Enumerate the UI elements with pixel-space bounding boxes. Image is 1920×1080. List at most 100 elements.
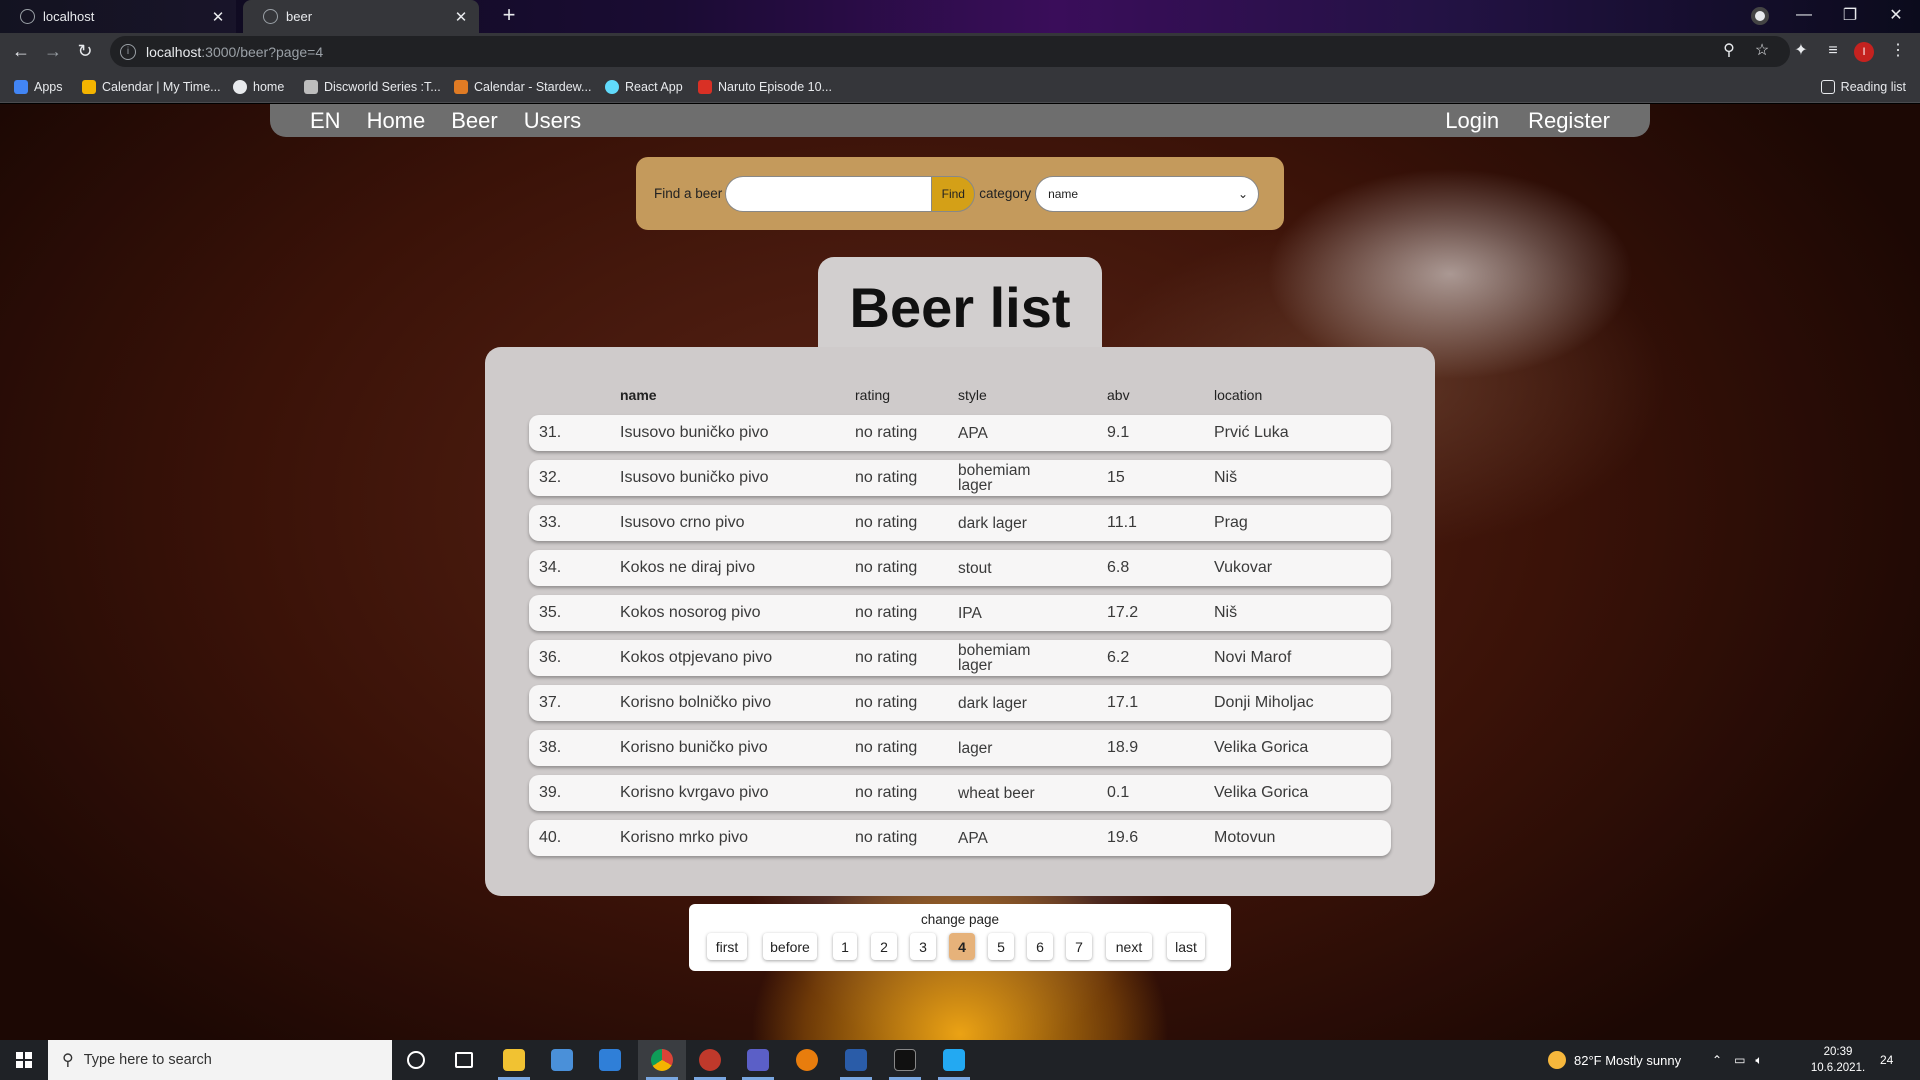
page-5-button[interactable]: 5 [988, 933, 1014, 960]
table-row[interactable]: 35. Kokos nosorog pivo no rating IPA 17.… [529, 595, 1391, 631]
header-name[interactable]: name [620, 387, 657, 403]
page-first-button[interactable]: first [707, 933, 747, 960]
bookmark-calendar-mytime[interactable]: Calendar | My Time... [82, 70, 221, 103]
weather-widget[interactable]: 82°F Mostly sunny [1548, 1040, 1681, 1080]
table-row[interactable]: 36. Kokos otpjevano pivo no rating bohem… [529, 640, 1391, 676]
react-icon [605, 79, 619, 94]
nav-language[interactable]: EN [310, 108, 341, 134]
media-control-icon[interactable] [1751, 7, 1769, 25]
terminal-icon[interactable] [881, 1040, 929, 1080]
network-icon[interactable]: ▭ [1734, 1053, 1745, 1067]
tab-title: beer [286, 9, 313, 24]
powershell-icon[interactable] [832, 1040, 880, 1080]
reload-icon[interactable]: ↻ [73, 39, 97, 63]
page-next-button[interactable]: next [1106, 933, 1152, 960]
bookmark-label: Calendar - Stardew... [474, 79, 592, 94]
bookmark-naruto[interactable]: Naruto Episode 10... [698, 70, 832, 103]
bookmark-discworld[interactable]: Discworld Series :T... [304, 70, 441, 103]
beer-location: Velika Gorica [1214, 739, 1309, 756]
nav-users[interactable]: Users [524, 108, 581, 134]
volume-icon[interactable]: 🔈︎ [1755, 1053, 1762, 1068]
beer-abv: 6.2 [1107, 649, 1130, 666]
beer-style: dark lager [958, 694, 1027, 712]
info-icon[interactable]: i [120, 43, 136, 60]
forward-arrow-icon[interactable]: → [41, 39, 65, 63]
page-2-button[interactable]: 2 [871, 933, 897, 960]
header-rating[interactable]: rating [855, 387, 890, 403]
new-tab-button[interactable]: + [497, 4, 521, 28]
file-explorer-icon[interactable] [490, 1040, 538, 1080]
nav-home[interactable]: Home [367, 108, 426, 134]
back-arrow-icon[interactable]: ← [9, 39, 33, 63]
bookmark-star-icon[interactable]: ☆ [1750, 39, 1774, 63]
browser-tab-localhost[interactable]: localhost ✕ [0, 0, 236, 33]
address-bar[interactable]: i localhost:3000/beer?page=4 [110, 36, 1790, 67]
browser-tab-beer[interactable]: beer ✕ [243, 0, 479, 33]
tray-icons[interactable]: ⌃ ▭ 🔈︎ [1712, 1040, 1763, 1080]
page-6-button[interactable]: 6 [1027, 933, 1053, 960]
task-view-icon[interactable] [440, 1040, 488, 1080]
page-3-button[interactable]: 3 [910, 933, 936, 960]
table-row[interactable]: 38. Korisno buničko pivo no rating lager… [529, 730, 1391, 766]
media-player-icon[interactable] [686, 1040, 734, 1080]
reading-list[interactable]: Reading list [1820, 70, 1906, 103]
page-last-button[interactable]: last [1167, 933, 1205, 960]
photos-icon[interactable] [586, 1040, 634, 1080]
chrome-icon[interactable] [638, 1040, 686, 1080]
beer-style: APA [958, 829, 988, 847]
zoom-icon[interactable]: ⚲ [1717, 39, 1741, 63]
clock-time: 20:39 [1823, 1046, 1853, 1058]
vscode-icon[interactable] [930, 1040, 978, 1080]
nav-register[interactable]: Register [1528, 108, 1610, 134]
beer-name: Kokos ne diraj pivo [620, 559, 756, 576]
find-button[interactable]: Find [931, 175, 976, 212]
header-style[interactable]: style [958, 387, 987, 403]
page-before-button[interactable]: before [763, 933, 817, 960]
minimize-button[interactable]: — [1782, 0, 1826, 30]
bookmark-home[interactable]: home [233, 70, 284, 103]
page-1-button[interactable]: 1 [833, 933, 857, 960]
table-row[interactable]: 33. Isusovo crno pivo no rating dark lag… [529, 505, 1391, 541]
table-row[interactable]: 40. Korisno mrko pivo no rating APA 19.6… [529, 820, 1391, 856]
start-button[interactable] [0, 1040, 48, 1080]
taskbar-search-box[interactable]: ⚲ Type here to search [48, 1040, 392, 1080]
page-4-button[interactable]: 4 [949, 933, 975, 960]
table-row[interactable]: 39. Korisno kvrgavo pivo no rating wheat… [529, 775, 1391, 811]
notifications-button[interactable]: 24 [1880, 1040, 1893, 1080]
beer-style: IPA [958, 604, 982, 622]
bookmark-calendar-stardew[interactable]: Calendar - Stardew... [454, 70, 591, 103]
table-row[interactable]: 37. Korisno bolničko pivo no rating dark… [529, 685, 1391, 721]
media-queue-icon[interactable]: ≡ [1821, 39, 1845, 63]
cortana-icon[interactable] [392, 1040, 440, 1080]
category-select[interactable]: name ⌄ [1035, 175, 1260, 212]
beer-style: lager [958, 739, 993, 757]
restore-button[interactable]: ❐ [1828, 0, 1872, 30]
beer-abv: 6.8 [1107, 559, 1130, 576]
header-abv[interactable]: abv [1107, 387, 1130, 403]
page-7-button[interactable]: 7 [1066, 933, 1092, 960]
table-row[interactable]: 31. Isusovo buničko pivo no rating APA 9… [529, 415, 1391, 451]
close-icon[interactable]: ✕ [451, 8, 471, 26]
beer-abv: 17.2 [1107, 604, 1139, 621]
nav-beer[interactable]: Beer [451, 108, 497, 134]
beer-abv: 15 [1107, 469, 1125, 486]
close-icon[interactable]: ✕ [208, 8, 228, 26]
url-host: localhost [146, 43, 202, 60]
bookmark-apps[interactable]: Apps [14, 70, 63, 103]
menu-icon[interactable]: ⋮ [1886, 39, 1910, 63]
system-clock[interactable]: 20:39 10.6.2021. [1806, 1044, 1870, 1076]
table-row[interactable]: 32. Isusovo buničko pivo no rating bohem… [529, 460, 1391, 496]
nav-login[interactable]: Login [1445, 108, 1499, 134]
teams-icon[interactable] [734, 1040, 782, 1080]
profile-avatar[interactable]: I [1854, 42, 1874, 62]
store-icon[interactable] [538, 1040, 586, 1080]
chevron-up-icon[interactable]: ⌃ [1712, 1053, 1722, 1067]
header-location[interactable]: location [1214, 387, 1262, 403]
extensions-icon[interactable]: ✦ [1789, 39, 1813, 63]
bookmark-label: React App [625, 79, 683, 94]
bookmark-react-app[interactable]: React App [605, 70, 683, 103]
search-input[interactable] [725, 175, 932, 212]
table-row[interactable]: 34. Kokos ne diraj pivo no rating stout … [529, 550, 1391, 586]
blender-icon[interactable] [783, 1040, 831, 1080]
close-window-button[interactable]: ✕ [1874, 0, 1918, 30]
